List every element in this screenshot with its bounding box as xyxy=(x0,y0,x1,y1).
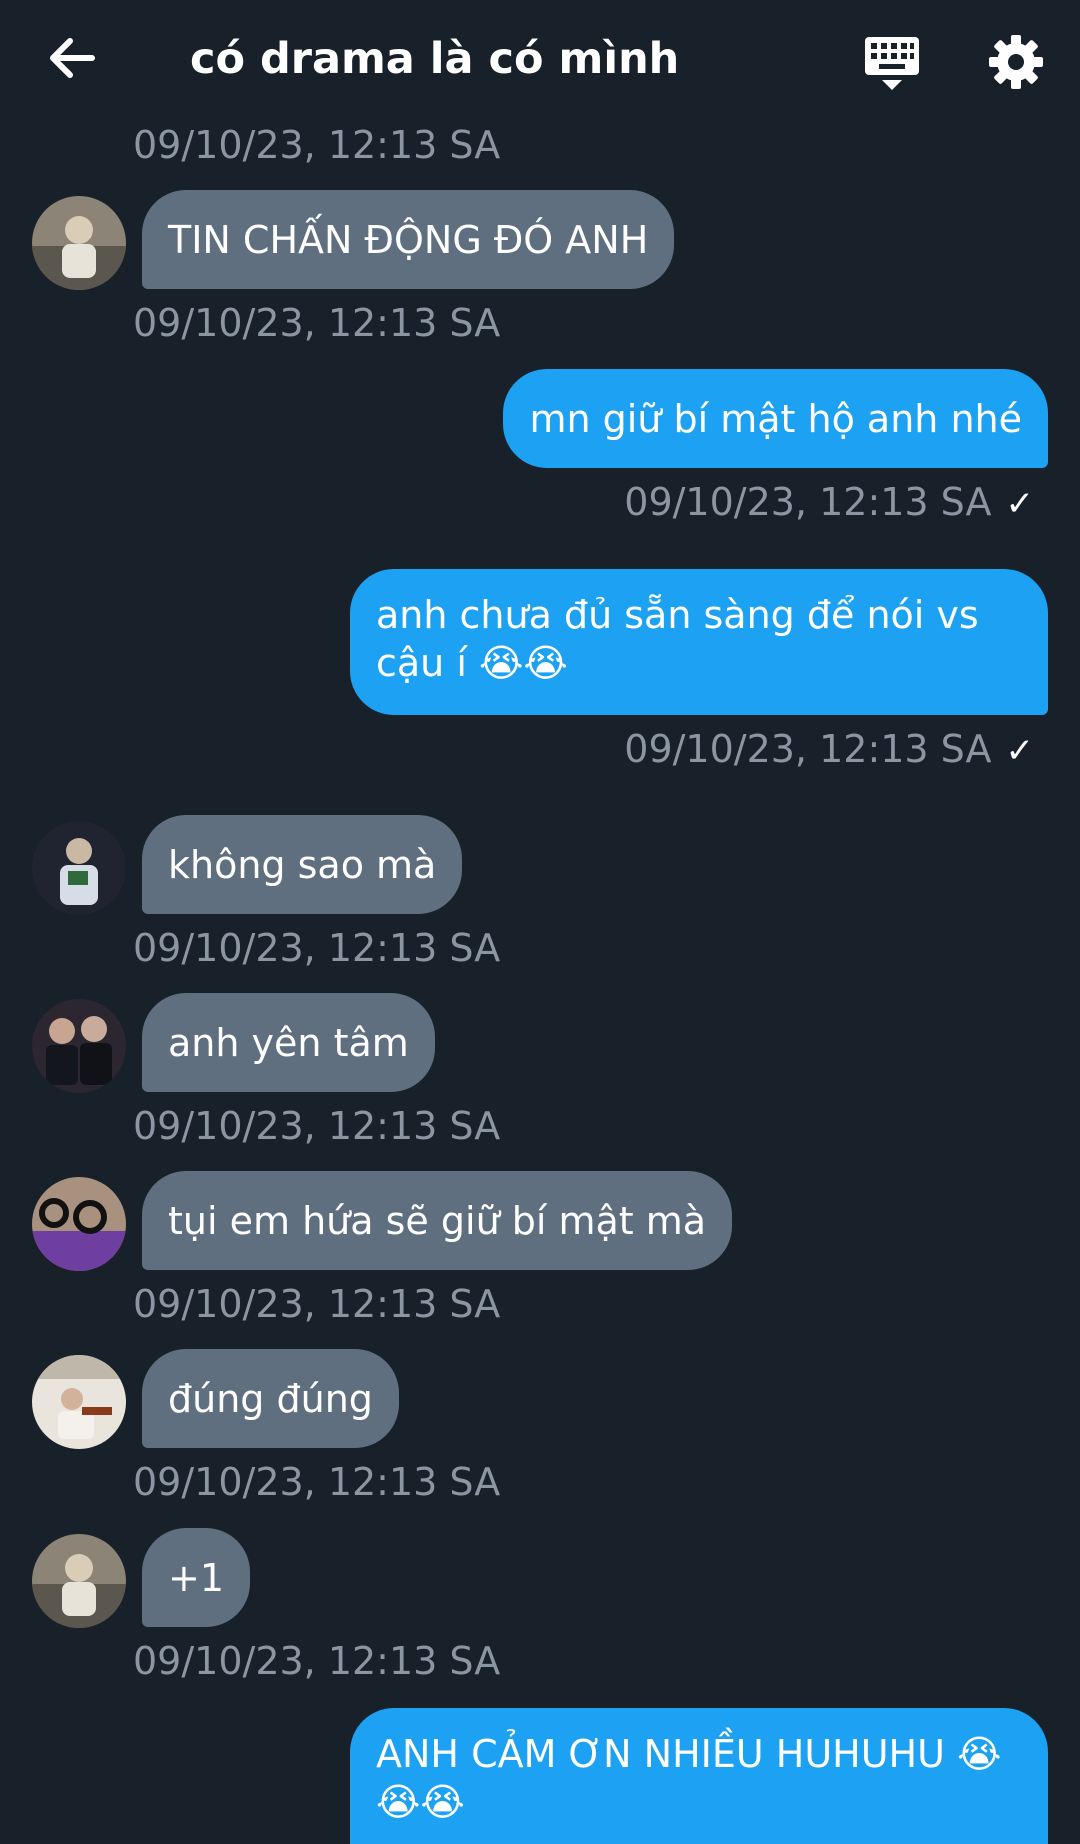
avatar[interactable] xyxy=(32,999,126,1093)
settings-button[interactable] xyxy=(988,34,1044,90)
message-timestamp: 09/10/23, 12:13 SA xyxy=(133,1282,501,1326)
message-timestamp: 09/10/23, 12:13 SA xyxy=(133,1639,501,1683)
message-timestamp: 09/10/23, 12:13 SA xyxy=(624,727,992,771)
incoming-message-bubble[interactable]: +1 xyxy=(142,1528,251,1627)
message-status: 09/10/23, 12:13 SA ✓ xyxy=(624,726,1034,774)
avatar[interactable] xyxy=(32,1355,126,1449)
avatar[interactable] xyxy=(32,821,126,915)
avatar[interactable] xyxy=(32,1534,126,1628)
message-timestamp: 09/10/23, 12:13 SA xyxy=(133,123,501,167)
outgoing-message-bubble[interactable]: mn giữ bí mật hộ anh nhé xyxy=(503,369,1048,468)
incoming-message-bubble[interactable]: đúng đúng xyxy=(142,1349,399,1448)
outgoing-message-bubble[interactable]: ANH CẢM ƠN NHIỀU HUHUHU 😭😭😭 xyxy=(350,1708,1048,1844)
read-check-icon: ✓ xyxy=(1005,731,1035,771)
gear-icon xyxy=(989,35,1043,89)
message-timestamp: 09/10/23, 12:13 SA xyxy=(133,1460,501,1504)
incoming-message-bubble[interactable]: TIN CHẤN ĐỘNG ĐÓ ANH xyxy=(142,190,675,289)
keyboard-button[interactable] xyxy=(864,36,920,92)
back-button[interactable] xyxy=(44,28,104,88)
outgoing-message-bubble[interactable]: anh chưa đủ sẵn sàng để nói vs cậu í 😭😭 xyxy=(350,569,1048,715)
message-timestamp: 09/10/23, 12:13 SA xyxy=(133,926,501,970)
arrow-left-icon xyxy=(50,38,95,78)
avatar[interactable] xyxy=(32,196,126,290)
app-header: có drama là có mình xyxy=(0,0,1080,120)
message-timestamp: 09/10/23, 12:13 SA xyxy=(133,301,501,345)
keyboard-icon xyxy=(865,37,919,90)
message-timestamp: 09/10/23, 12:13 SA xyxy=(624,480,992,524)
message-status: 09/10/23, 12:13 SA ✓ xyxy=(624,479,1034,527)
incoming-message-bubble[interactable]: anh yên tâm xyxy=(142,993,435,1092)
incoming-message-bubble[interactable]: tụi em hứa sẽ giữ bí mật mà xyxy=(142,1171,733,1270)
message-timestamp: 09/10/23, 12:13 SA xyxy=(133,1104,501,1148)
avatar[interactable] xyxy=(32,1177,126,1271)
page-title: có drama là có mình xyxy=(190,34,680,84)
message-list[interactable]: 09/10/23, 12:13 SA TIN CHẤN ĐỘNG ĐÓ ANH … xyxy=(0,0,1080,1844)
incoming-message-bubble[interactable]: không sao mà xyxy=(142,815,463,914)
read-check-icon: ✓ xyxy=(1005,484,1035,524)
